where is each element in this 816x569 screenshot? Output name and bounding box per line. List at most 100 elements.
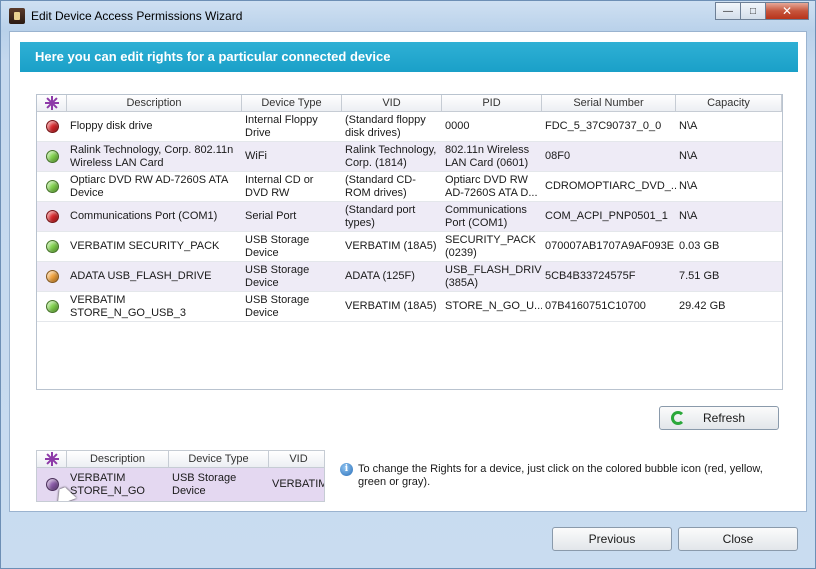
app-icon [9, 8, 25, 24]
cell-vid: VERBATIM (18A5) [345, 300, 437, 312]
window-controls: — □ ✕ [715, 2, 809, 20]
info-text: To change the Rights for a device, just … [358, 463, 763, 488]
illustration-description: VERBATIM STORE_N_GO [70, 471, 145, 497]
cell-capacity: N\A [679, 150, 698, 162]
table-row[interactable]: VERBATIM STORE_N_GO_USB_3 USB Storage Dev… [37, 292, 782, 322]
status-cell [37, 172, 67, 201]
illustration-header-device-type: Device Type [169, 451, 269, 467]
cell-description: ADATA USB_FLASH_DRIVE [70, 270, 212, 282]
cell-device-type: Internal Floppy Drive [245, 113, 318, 139]
column-header-description[interactable]: Description [67, 95, 242, 111]
info-icon: i [340, 463, 353, 476]
cell-device-type: Serial Port [245, 210, 297, 222]
illustration-device-type: USB Storage Device [172, 471, 237, 497]
illustration-header-description: Description [67, 451, 169, 467]
cell-serial: FDC_5_37C90737_0_0 [545, 120, 662, 132]
cell-serial: CDROMOPTIARC_DVD_... [545, 180, 676, 192]
table-row[interactable]: Floppy disk drive Internal Floppy Drive (S… [37, 112, 782, 142]
title-bar[interactable]: Edit Device Access Permissions Wizard — … [1, 1, 815, 31]
minimize-button[interactable]: — [715, 2, 741, 20]
cell-capacity: N\A [679, 180, 698, 192]
illustration-vid: VERBATIM [272, 478, 325, 490]
status-cell [37, 262, 67, 291]
cell-description: Floppy disk drive [70, 120, 153, 132]
table-header: Description Device Type VID PID Serial N… [37, 95, 782, 112]
status-cell [37, 202, 67, 231]
column-icon-header [37, 95, 67, 111]
status-bubble-icon[interactable] [45, 180, 59, 193]
multi-star-icon [44, 452, 59, 466]
close-button[interactable]: Close [678, 527, 798, 551]
window-title: Edit Device Access Permissions Wizard [31, 9, 243, 23]
column-header-pid[interactable]: PID [442, 95, 542, 111]
cell-vid: (Standard port types) [345, 203, 416, 229]
cell-serial: 08F0 [545, 150, 571, 162]
status-bubble-icon[interactable] [45, 240, 59, 253]
illustration-header: Description Device Type VID [37, 451, 324, 468]
cell-device-type: Internal CD or DVD RW [245, 173, 314, 199]
status-bubble-icon[interactable] [45, 210, 59, 223]
cell-capacity: 7.51 GB [679, 270, 720, 282]
cell-serial: 5CB4B33724575F [545, 270, 636, 282]
window-close-button[interactable]: ✕ [765, 2, 809, 20]
cell-pid: 802.11n Wireless LAN Card (0601) [445, 143, 530, 169]
table-row[interactable]: VERBATIM SECURITY_PACK USB Storage Device… [37, 232, 782, 262]
cell-pid: USB_FLASH_DRIVE (385A) [445, 263, 542, 289]
cell-description: VERBATIM SECURITY_PACK [70, 240, 220, 252]
cell-serial: 070007AB1707A9AF093E [545, 240, 675, 252]
refresh-button[interactable]: Refresh [659, 406, 779, 430]
status-bubble-icon[interactable] [45, 300, 59, 313]
cell-capacity: 0.03 GB [679, 240, 720, 252]
cell-pid: STORE_N_GO_U... [445, 300, 542, 312]
status-cell [37, 232, 67, 261]
cell-device-type: USB Storage Device [245, 293, 310, 319]
banner: Here you can edit rights for a particula… [20, 42, 798, 72]
table-row[interactable]: Ralink Technology, Corp. 802.11n Wireles… [37, 142, 782, 172]
cell-description: Ralink Technology, Corp. 802.11n Wireles… [70, 143, 234, 169]
refresh-label: Refresh [702, 411, 746, 425]
cell-serial: 07B4160751C10700 [545, 300, 646, 312]
cell-vid: VERBATIM (18A5) [345, 240, 437, 252]
cell-vid: Ralink Technology, Corp. (1814) [345, 143, 437, 169]
status-cell [37, 142, 67, 171]
cell-device-type: USB Storage Device [245, 263, 310, 289]
info-message: i To change the Rights for a device, jus… [340, 463, 770, 489]
cell-vid: ADATA (125F) [345, 270, 415, 282]
device-table: Description Device Type VID PID Serial N… [36, 94, 783, 390]
wizard-window: Edit Device Access Permissions Wizard — … [0, 0, 816, 569]
column-header-capacity[interactable]: Capacity [676, 95, 782, 111]
wizard-content: Here you can edit rights for a particula… [9, 31, 807, 512]
cell-device-type: USB Storage Device [245, 233, 310, 259]
refresh-icon [670, 411, 685, 425]
status-cell [37, 292, 67, 321]
previous-button[interactable]: Previous [552, 527, 672, 551]
cell-capacity: N\A [679, 210, 698, 222]
maximize-button[interactable]: □ [740, 2, 766, 20]
status-bubble-icon[interactable] [45, 270, 59, 283]
cell-pid: 0000 [445, 120, 470, 132]
instruction-illustration: Description Device Type VID VERBATIM STO… [36, 450, 325, 502]
table-row[interactable]: Communications Port (COM1) Serial Port (St… [37, 202, 782, 232]
cell-description: Communications Port (COM1) [70, 210, 218, 222]
table-row[interactable]: Optiarc DVD RW AD-7260S ATA Device Intern… [37, 172, 782, 202]
table-row[interactable]: ADATA USB_FLASH_DRIVE USB Storage Device A… [37, 262, 782, 292]
cell-description: Optiarc DVD RW AD-7260S ATA Device [70, 173, 228, 199]
status-bubble-icon[interactable] [45, 150, 59, 163]
column-header-vid[interactable]: VID [342, 95, 442, 111]
illustration-icon-header [37, 451, 67, 467]
cell-pid: Communications Port (COM1) [445, 203, 527, 229]
illustration-row: VERBATIM STORE_N_GO USB Storage Device V… [37, 468, 324, 501]
status-bubble-icon[interactable] [45, 120, 59, 133]
illustration-header-vid: VID [269, 451, 324, 467]
cell-pid: Optiarc DVD RW AD-7260S ATA D... [445, 173, 538, 199]
cell-capacity: N\A [679, 120, 698, 132]
cell-vid: (Standard floppy disk drives) [345, 113, 426, 139]
cell-description: VERBATIM STORE_N_GO_USB_3 [70, 293, 186, 319]
status-cell [37, 112, 67, 141]
cell-vid: (Standard CD-ROM drives) [345, 173, 416, 199]
column-header-serial-number[interactable]: Serial Number [542, 95, 676, 111]
multi-star-icon [44, 96, 59, 110]
column-header-device-type[interactable]: Device Type [242, 95, 342, 111]
cell-device-type: WiFi [245, 150, 267, 162]
cell-pid: SECURITY_PACK (0239) [445, 233, 536, 259]
